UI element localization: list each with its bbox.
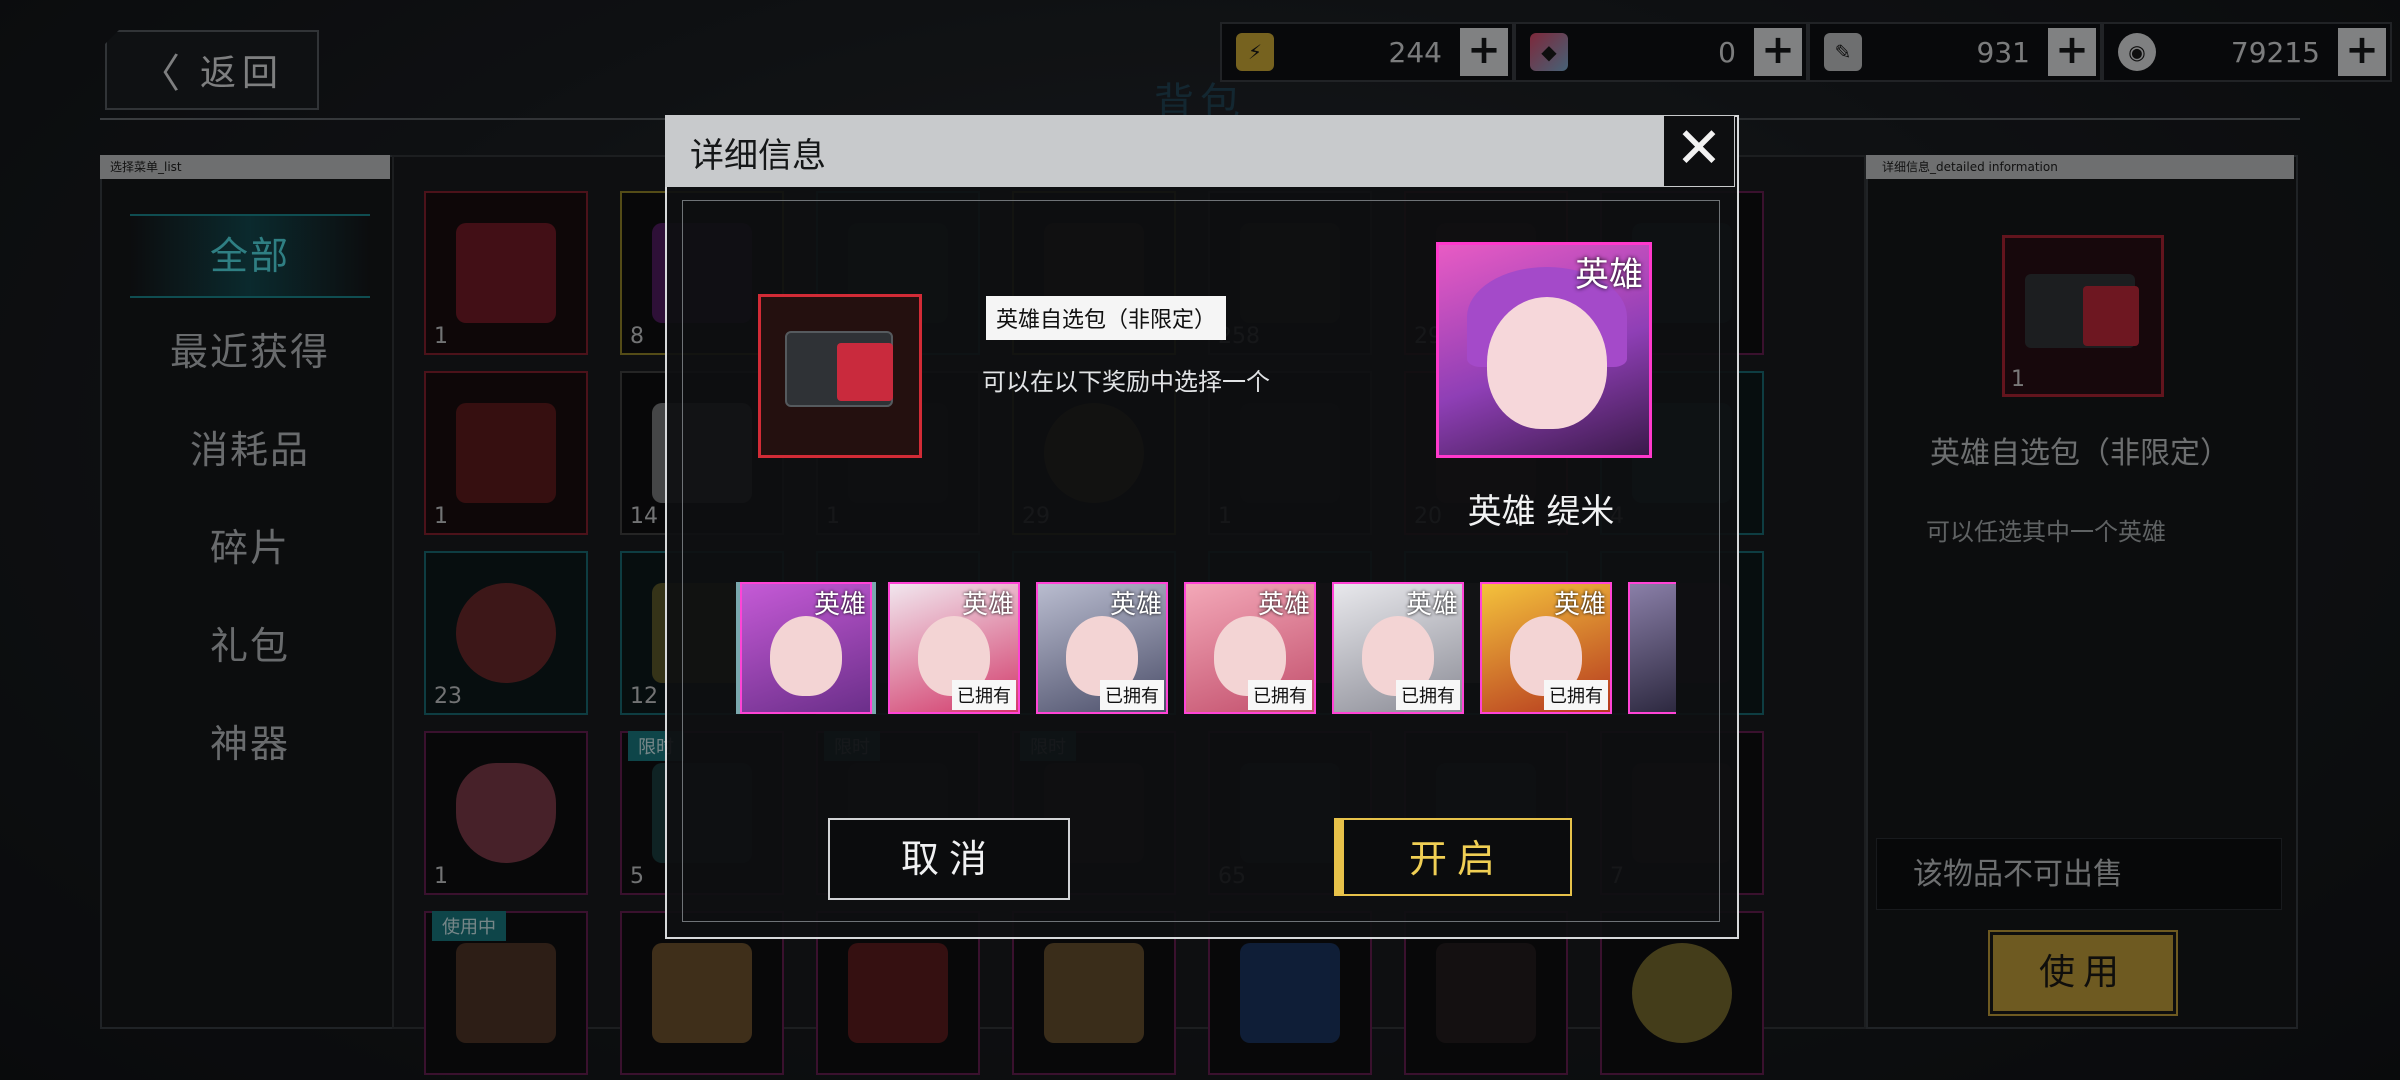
- owned-badge: 已拥有: [1544, 680, 1608, 710]
- hero-tag: 英雄: [1575, 255, 1643, 295]
- pack-label-icon: [837, 343, 893, 401]
- selected-hero-portrait: 英雄: [1436, 242, 1652, 458]
- modal-title: 详细信息: [690, 136, 826, 176]
- hero-choice-list: 英雄 英雄 已拥有 英雄 已拥有 英雄 已拥有 英雄 已拥有 英雄 已拥有: [730, 582, 1676, 714]
- owned-badge: 已拥有: [1100, 680, 1164, 710]
- hero-choice[interactable]: 英雄: [736, 582, 876, 714]
- selected-hero-name: 英雄 缇米: [1467, 492, 1615, 532]
- hero-choice[interactable]: 英雄 已拥有: [888, 582, 1020, 714]
- owned-badge: 已拥有: [952, 680, 1016, 710]
- owned-badge: 已拥有: [1248, 680, 1312, 710]
- cancel-button[interactable]: 取消: [828, 818, 1070, 900]
- pack-description: 可以在以下奖励中选择一个: [982, 368, 1270, 396]
- open-button[interactable]: 开启: [1334, 818, 1572, 896]
- close-icon: ✕: [1675, 116, 1723, 181]
- hero-choice[interactable]: 英雄 已拥有: [1480, 582, 1612, 714]
- hero-choice[interactable]: 英雄 已拥有: [1184, 582, 1316, 714]
- owned-badge: 已拥有: [1396, 680, 1460, 710]
- hero-choice[interactable]: 英雄 已拥有: [1332, 582, 1464, 714]
- pack-name: 英雄自选包（非限定）: [986, 296, 1227, 340]
- hero-choice[interactable]: [1628, 582, 1676, 714]
- close-button[interactable]: ✕: [1664, 116, 1734, 186]
- hero-choice[interactable]: 英雄 已拥有: [1036, 582, 1168, 714]
- pack-thumbnail: [758, 294, 922, 458]
